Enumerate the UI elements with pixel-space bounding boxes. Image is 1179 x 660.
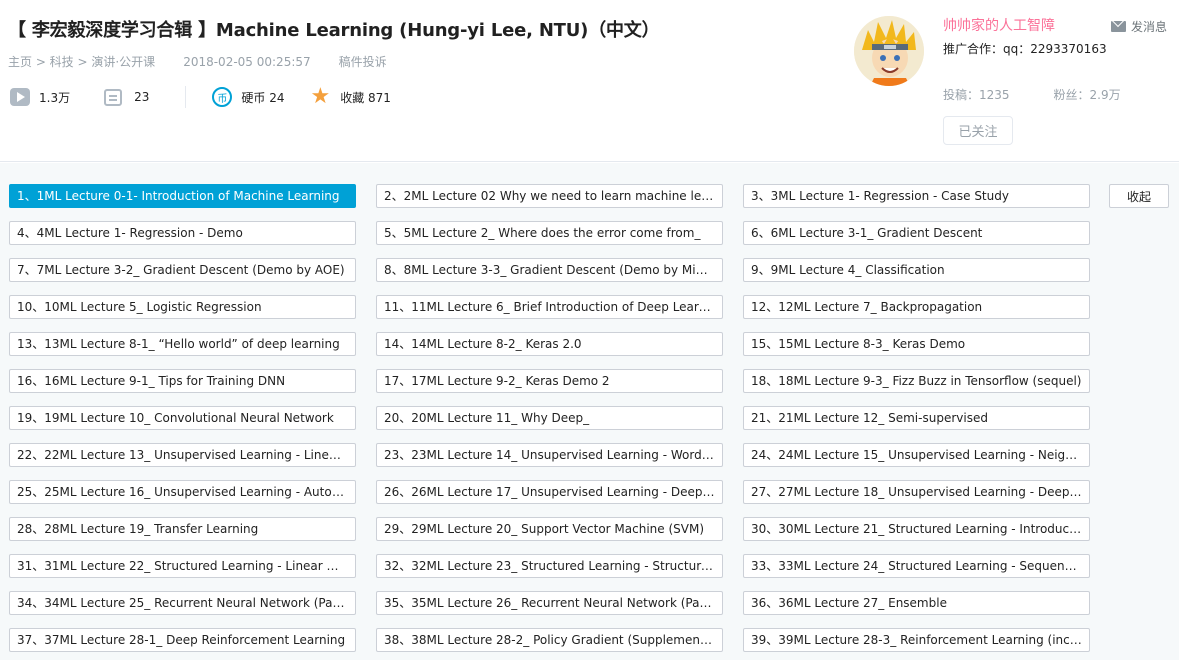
episode-item[interactable]: 12、12ML Lecture 7_ Backpropagation [743, 295, 1090, 319]
episode-item[interactable]: 35、35ML Lecture 26_ Recurrent Neural Net… [376, 591, 723, 615]
follow-button[interactable]: 已关注 [943, 116, 1013, 145]
mail-icon [1111, 21, 1126, 32]
uploader-avatar[interactable] [854, 16, 924, 86]
episode-grid: 1、1ML Lecture 0-1- Introduction of Machi… [9, 184, 1090, 652]
publish-time: 2018-02-05 00:25:57 [183, 55, 311, 69]
favorite-count: 收藏 871 [340, 90, 391, 105]
uploader-name[interactable]: 帅帅家的人工智障 [943, 15, 1055, 35]
star-icon: ★ [310, 84, 331, 109]
views-stat: 1.3万 [10, 88, 70, 106]
episode-item[interactable]: 34、34ML Lecture 25_ Recurrent Neural Net… [9, 591, 356, 615]
video-info-header: 【 李宏毅深度学习合辑 】Machine Learning (Hung-yi L… [0, 0, 1179, 162]
episode-item[interactable]: 37、37ML Lecture 28-1_ Deep Reinforcement… [9, 628, 356, 652]
breadcrumb-path[interactable]: 主页 > 科技 > 演讲·公开课 [8, 55, 155, 69]
breadcrumb: 主页 > 科技 > 演讲·公开课 2018-02-05 00:25:57 稿件投诉 [8, 53, 387, 70]
uploads-count: 投稿：1235 [943, 88, 1010, 102]
video-stats: 1.3万 23 币 硬币 24 ★ 收藏 871 [10, 86, 391, 108]
episode-item[interactable]: 28、28ML Lecture 19_ Transfer Learning [9, 517, 356, 541]
episode-item[interactable]: 10、10ML Lecture 5_ Logistic Regression [9, 295, 356, 319]
episode-item[interactable]: 18、18ML Lecture 9-3_ Fizz Buzz in Tensor… [743, 369, 1090, 393]
episode-item[interactable]: 30、30ML Lecture 21_ Structured Learning … [743, 517, 1090, 541]
episode-item[interactable]: 26、26ML Lecture 17_ Unsupervised Learnin… [376, 480, 723, 504]
coin-icon: 币 [212, 87, 233, 107]
episode-item[interactable]: 4、4ML Lecture 1- Regression - Demo [9, 221, 356, 245]
video-title: 【 李宏毅深度学习合辑 】Machine Learning (Hung-yi L… [8, 20, 660, 41]
episode-item[interactable]: 39、39ML Lecture 28-3_ Reinforcement Lear… [743, 628, 1090, 652]
episode-item[interactable]: 15、15ML Lecture 8-3_ Keras Demo [743, 332, 1090, 356]
uploader-stats: 投稿：1235 粉丝：2.9万 [943, 86, 1121, 103]
danmaku-count: 23 [134, 90, 150, 104]
coin-count: 硬币 24 [241, 90, 285, 105]
episode-item[interactable]: 16、16ML Lecture 9-1_ Tips for Training D… [9, 369, 356, 393]
episode-item[interactable]: 8、8ML Lecture 3-3_ Gradient Descent (Dem… [376, 258, 723, 282]
episode-item[interactable]: 36、36ML Lecture 27_ Ensemble [743, 591, 1090, 615]
episode-item[interactable]: 7、7ML Lecture 3-2_ Gradient Descent (Dem… [9, 258, 356, 282]
episode-item[interactable]: 24、24ML Lecture 15_ Unsupervised Learnin… [743, 443, 1090, 467]
fans-count: 粉丝：2.9万 [1053, 88, 1121, 102]
episode-item[interactable]: 1、1ML Lecture 0-1- Introduction of Machi… [9, 184, 356, 208]
danmaku-icon [104, 88, 123, 106]
episode-item[interactable]: 21、21ML Lecture 12_ Semi-supervised [743, 406, 1090, 430]
episode-item[interactable]: 32、32ML Lecture 23_ Structured Learning … [376, 554, 723, 578]
episode-item[interactable]: 9、9ML Lecture 4_ Classification [743, 258, 1090, 282]
episode-item[interactable]: 22、22ML Lecture 13_ Unsupervised Learnin… [9, 443, 356, 467]
episode-item[interactable]: 3、3ML Lecture 1- Regression - Case Study [743, 184, 1090, 208]
uploader-description: 推广合作：qq：2293370163 [943, 42, 1107, 56]
episode-item[interactable]: 31、31ML Lecture 22_ Structured Learning … [9, 554, 356, 578]
episode-item[interactable]: 5、5ML Lecture 2_ Where does the error co… [376, 221, 723, 245]
episode-item[interactable]: 19、19ML Lecture 10_ Convolutional Neural… [9, 406, 356, 430]
episode-item[interactable]: 13、13ML Lecture 8-1_ “Hello world” of de… [9, 332, 356, 356]
episode-item[interactable]: 17、17ML Lecture 9-2_ Keras Demo 2 [376, 369, 723, 393]
views-count: 1.3万 [39, 90, 71, 105]
episode-item[interactable]: 38、38ML Lecture 28-2_ Policy Gradient (S… [376, 628, 723, 652]
episode-item[interactable]: 23、23ML Lecture 14_ Unsupervised Learnin… [376, 443, 723, 467]
collapse-button[interactable]: 收起 [1109, 184, 1169, 208]
coin-button[interactable]: 币 硬币 24 [186, 87, 284, 107]
episode-item[interactable]: 2、2ML Lecture 02 Why we need to learn ma… [376, 184, 723, 208]
episode-item[interactable]: 27、27ML Lecture 18_ Unsupervised Learnin… [743, 480, 1090, 504]
send-message-button[interactable]: 发消息 [1111, 18, 1167, 35]
danmaku-stat: 23 [70, 88, 150, 106]
play-icon [10, 88, 30, 106]
episode-item[interactable]: 20、20ML Lecture 11_ Why Deep_ [376, 406, 723, 430]
episode-item[interactable]: 25、25ML Lecture 16_ Unsupervised Learnin… [9, 480, 356, 504]
episode-item[interactable]: 6、6ML Lecture 3-1_ Gradient Descent [743, 221, 1090, 245]
episode-item[interactable]: 33、33ML Lecture 24_ Structured Learning … [743, 554, 1090, 578]
episode-list-panel: 1、1ML Lecture 0-1- Introduction of Machi… [0, 163, 1179, 660]
episode-item[interactable]: 29、29ML Lecture 20_ Support Vector Machi… [376, 517, 723, 541]
report-link[interactable]: 稿件投诉 [339, 55, 387, 69]
send-message-label: 发消息 [1131, 20, 1168, 34]
favorite-button[interactable]: ★ 收藏 871 [284, 84, 391, 109]
episode-item[interactable]: 14、14ML Lecture 8-2_ Keras 2.0 [376, 332, 723, 356]
episode-item[interactable]: 11、11ML Lecture 6_ Brief Introduction of… [376, 295, 723, 319]
